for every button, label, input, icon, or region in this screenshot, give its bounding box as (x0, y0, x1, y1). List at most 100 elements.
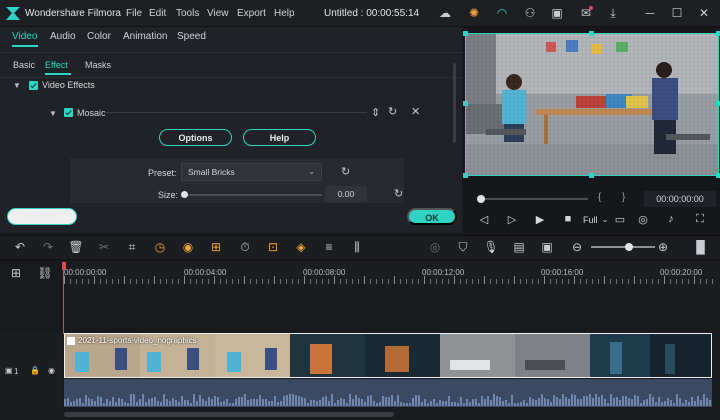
editor-scrollbar[interactable] (453, 63, 456, 143)
undo-icon[interactable]: ↶ (12, 239, 28, 255)
preview-video[interactable] (465, 33, 719, 176)
waveform-bar (256, 399, 258, 406)
adjust-icon[interactable]: ≡ (321, 239, 337, 255)
lightbulb-icon[interactable]: ✺ (465, 5, 483, 21)
tab-animation[interactable]: Animation (123, 31, 167, 42)
render-icon[interactable]: ◎ (427, 239, 443, 255)
zoom-in-icon[interactable]: ⊕ (655, 239, 671, 255)
size-slider-track[interactable] (184, 194, 322, 196)
play-icon[interactable]: ▶ (532, 213, 548, 226)
save-icon[interactable]: ▣ (548, 5, 566, 21)
menu-help[interactable]: Help (274, 8, 295, 19)
visibility-icon[interactable]: ◉ (48, 366, 55, 375)
volume-icon[interactable]: ♪ (663, 213, 679, 225)
color-icon[interactable]: ◉ (180, 239, 196, 255)
tab-audio[interactable]: Audio (50, 31, 76, 42)
ruler-tick (454, 276, 455, 284)
zoom-out-icon[interactable]: ⊖ (569, 239, 585, 255)
menu-export[interactable]: Export (237, 8, 266, 19)
minimize-icon[interactable]: ─ (641, 5, 659, 21)
resize-handle[interactable] (716, 31, 720, 36)
account-icon[interactable]: ⚇ (521, 5, 539, 21)
resize-handle[interactable] (716, 173, 720, 178)
cloud-icon[interactable]: ☁ (436, 5, 454, 21)
waveform-bar (301, 397, 303, 406)
ok-button[interactable]: OK (407, 208, 457, 225)
download-icon[interactable]: ⤓ (604, 5, 622, 21)
tab-speed[interactable]: Speed (177, 31, 206, 42)
audio-waveform[interactable] (64, 379, 712, 407)
zoom-slider-track[interactable] (591, 246, 655, 248)
close-icon[interactable]: ✕ (695, 5, 713, 21)
size-slider-knob[interactable] (181, 191, 188, 198)
keyframe-icon[interactable]: ◈ (293, 239, 309, 255)
resize-handle[interactable] (463, 173, 468, 178)
preset-select[interactable]: Small Bricks ⌄ (181, 163, 322, 181)
lock-icon[interactable]: 🔒 (30, 366, 40, 375)
menu-tools[interactable]: Tools (176, 8, 199, 19)
subtab-masks[interactable]: Masks (85, 60, 111, 70)
delete-icon[interactable]: 🗑 (68, 239, 84, 255)
redo-icon[interactable]: ↷ (40, 239, 56, 255)
mark-in-icon[interactable]: { (598, 192, 601, 203)
green-screen-icon[interactable]: ⊞ (208, 239, 224, 255)
subtab-basic[interactable]: Basic (13, 60, 35, 70)
link-icon[interactable]: ⛓ (37, 265, 53, 281)
play-frame-icon[interactable]: ▷ (504, 213, 520, 226)
preset-reset-icon[interactable]: ↻ (341, 165, 350, 178)
effect-chevron-icon[interactable]: ▼ (49, 109, 57, 118)
microphone-icon[interactable]: 🎙 (483, 239, 499, 255)
quality-select[interactable]: Full (583, 215, 598, 225)
subtitle-icon[interactable]: ▣ (539, 239, 555, 255)
voiceover-icon[interactable]: ▤ (511, 239, 527, 255)
waveform-bar (445, 401, 447, 406)
options-button[interactable]: Options (159, 129, 232, 146)
zoom-slider-knob[interactable] (625, 243, 633, 251)
marker-icon[interactable]: ⛉ (455, 239, 471, 255)
snapshot-icon[interactable]: ◎ (635, 213, 651, 226)
speed-icon[interactable]: ◷ (152, 239, 168, 255)
reset-effect-icon[interactable]: ↻ (388, 105, 397, 118)
reset-button[interactable]: RESET (7, 208, 77, 225)
timer-icon[interactable]: ⏱ (237, 239, 253, 255)
fullscreen-icon[interactable]: ⛶ (692, 213, 708, 226)
display-icon[interactable]: ▭ (612, 213, 628, 226)
video-effects-checkbox[interactable] (29, 81, 38, 90)
menu-edit[interactable]: Edit (149, 8, 166, 19)
resize-handle[interactable] (463, 31, 468, 36)
add-track-icon[interactable]: ⊞ (8, 265, 24, 281)
audio-split-icon[interactable]: ⫼ (349, 239, 365, 255)
mark-out-icon[interactable]: } (622, 192, 625, 203)
size-reset-icon[interactable]: ↻ (394, 187, 403, 200)
previous-frame-icon[interactable]: ◁ (476, 213, 492, 226)
preview-progress-knob[interactable] (477, 195, 485, 203)
resize-handle[interactable] (589, 31, 594, 36)
ruler-tick (202, 279, 203, 284)
crop-icon[interactable]: ⌗ (124, 239, 140, 255)
tab-video[interactable]: Video (12, 31, 37, 42)
quality-chevron-icon[interactable]: ⌄ (597, 215, 613, 224)
timeline-scrollbar[interactable] (64, 412, 394, 417)
remove-effect-icon[interactable]: ✕ (411, 105, 420, 118)
menu-file[interactable]: File (126, 8, 142, 19)
ruler-tick (574, 276, 575, 284)
help-button[interactable]: Help (243, 129, 316, 146)
panel-toggle-icon[interactable]: ▐▌ (692, 239, 709, 255)
collapse-chevron-icon[interactable]: ▼ (13, 81, 21, 90)
resize-handle[interactable] (716, 101, 720, 106)
reorder-icon[interactable]: ⇕ (371, 106, 380, 119)
mosaic-checkbox[interactable] (64, 108, 73, 117)
waveform-bar (394, 401, 396, 406)
resize-handle[interactable] (463, 101, 468, 106)
freeze-frame-icon[interactable]: ⊡ (265, 239, 281, 255)
headset-icon[interactable]: ◠ (493, 5, 511, 21)
tab-color[interactable]: Color (87, 31, 111, 42)
size-value-field[interactable]: 0.00 (325, 186, 367, 202)
maximize-icon[interactable]: ☐ (668, 5, 686, 21)
stop-icon[interactable]: ■ (560, 213, 576, 225)
preview-progress-track[interactable] (480, 198, 588, 200)
subtab-effect[interactable]: Effect (45, 60, 68, 70)
cut-icon[interactable]: ✂ (96, 239, 112, 255)
resize-handle[interactable] (589, 173, 594, 178)
menu-view[interactable]: View (207, 8, 229, 19)
